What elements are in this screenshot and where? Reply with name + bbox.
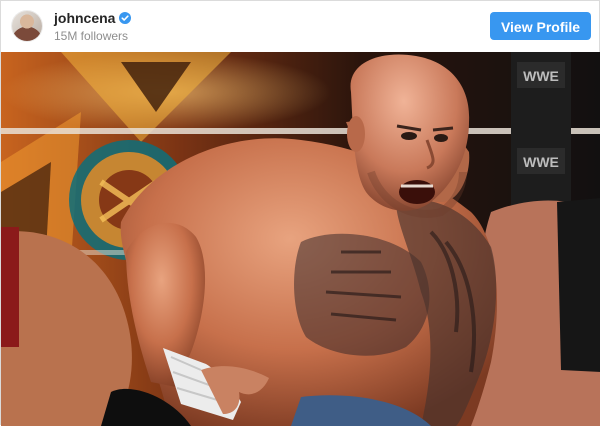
followers-count: 15M followers [54, 29, 129, 43]
wwe-logo-top: WWE [523, 68, 559, 84]
post-header: johncena 15M followers View Profile [1, 1, 599, 51]
wwe-logo-bottom: WWE [523, 154, 559, 170]
username-row: johncena [54, 10, 132, 26]
profile-avatar[interactable] [12, 11, 42, 41]
username-link[interactable]: johncena [54, 10, 115, 26]
verified-badge-icon [119, 12, 132, 24]
view-profile-button[interactable]: View Profile [490, 12, 591, 40]
user-info: johncena 15M followers [54, 10, 132, 44]
post-photo[interactable]: WWE WWE [1, 52, 600, 426]
instagram-embed: johncena 15M followers View Profile WWE … [0, 0, 600, 426]
